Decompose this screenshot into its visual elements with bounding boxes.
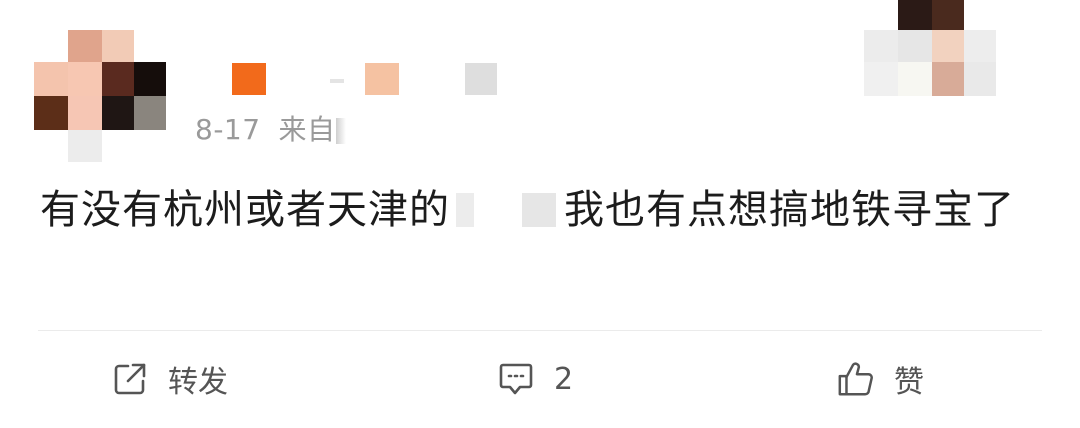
username-pixel: [232, 63, 266, 95]
avatar-pixel: [34, 96, 68, 130]
topright-pixel: [898, 62, 932, 96]
avatar-pixel: [68, 130, 102, 162]
repost-label: 转发: [168, 365, 228, 400]
redacted-mark: [456, 193, 474, 227]
username-pixel: [330, 79, 344, 83]
divider: [38, 330, 1042, 331]
topright-pixel: [932, 62, 964, 96]
avatar-pixel: [34, 62, 68, 96]
avatar[interactable]: [0, 0, 200, 170]
like-label: 赞: [894, 365, 924, 400]
topright-pixel: [864, 62, 898, 96]
like-button[interactable]: 赞: [836, 355, 924, 403]
post-date: 8-17: [195, 113, 261, 146]
username-pixel: [465, 63, 497, 95]
topright-pixel: [964, 30, 996, 62]
post-source-fade: [335, 118, 346, 144]
avatar-pixel: [68, 30, 102, 62]
post-body: 有没有杭州或者天津的 我也有点想搞地铁寻宝了: [40, 176, 1040, 244]
topright-pixel: [932, 0, 964, 30]
comment-button[interactable]: 2: [496, 355, 573, 403]
avatar-pixel: [102, 62, 134, 96]
comment-icon: [496, 359, 536, 399]
avatar-pixel: [102, 30, 134, 62]
post-source: 来自: [278, 113, 336, 146]
repost-icon: [110, 359, 150, 399]
topright-pixel: [864, 30, 898, 62]
post-text-part2: 我也有点想搞地铁寻宝了: [564, 187, 1015, 233]
like-icon: [836, 359, 876, 399]
username-pixel: [365, 63, 399, 95]
avatar-pixel: [134, 96, 166, 130]
username[interactable]: [215, 55, 515, 105]
avatar-pixel: [68, 62, 102, 96]
post-meta: 8-17 来自: [195, 108, 346, 148]
comment-count: 2: [554, 361, 574, 397]
follow-area[interactable]: [860, 0, 1000, 100]
redacted-mark: [522, 193, 556, 227]
avatar-pixel: [102, 96, 134, 130]
avatar-pixel: [134, 62, 166, 96]
topright-pixel: [932, 30, 964, 62]
topright-pixel: [898, 0, 932, 30]
avatar-pixel: [68, 96, 102, 130]
topright-pixel: [964, 62, 996, 96]
topright-pixel: [898, 30, 932, 62]
repost-button[interactable]: 转发: [110, 355, 228, 403]
post-text-part1: 有没有杭州或者天津的: [40, 187, 450, 233]
